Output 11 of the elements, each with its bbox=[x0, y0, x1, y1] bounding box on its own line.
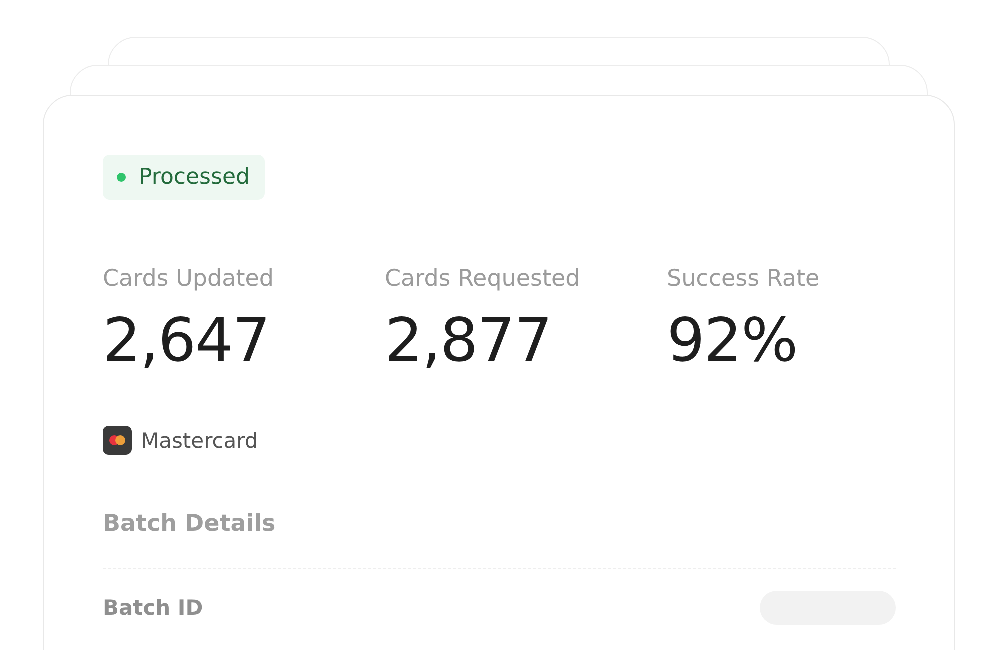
stat-value: 2,877 bbox=[385, 306, 553, 376]
detail-label: Batch ID bbox=[103, 596, 204, 620]
section-title: Batch Details bbox=[103, 511, 277, 537]
status-badge: Processed bbox=[103, 155, 265, 200]
stat-label: Cards Updated bbox=[103, 266, 275, 292]
stat-value: 92% bbox=[667, 306, 798, 376]
stat-label: Success Rate bbox=[667, 266, 821, 292]
card-network-name: Mastercard bbox=[141, 428, 258, 452]
stat-value: 2,647 bbox=[103, 306, 271, 376]
stat-label: Cards Requested bbox=[385, 266, 582, 292]
card-network-icon bbox=[103, 426, 132, 455]
